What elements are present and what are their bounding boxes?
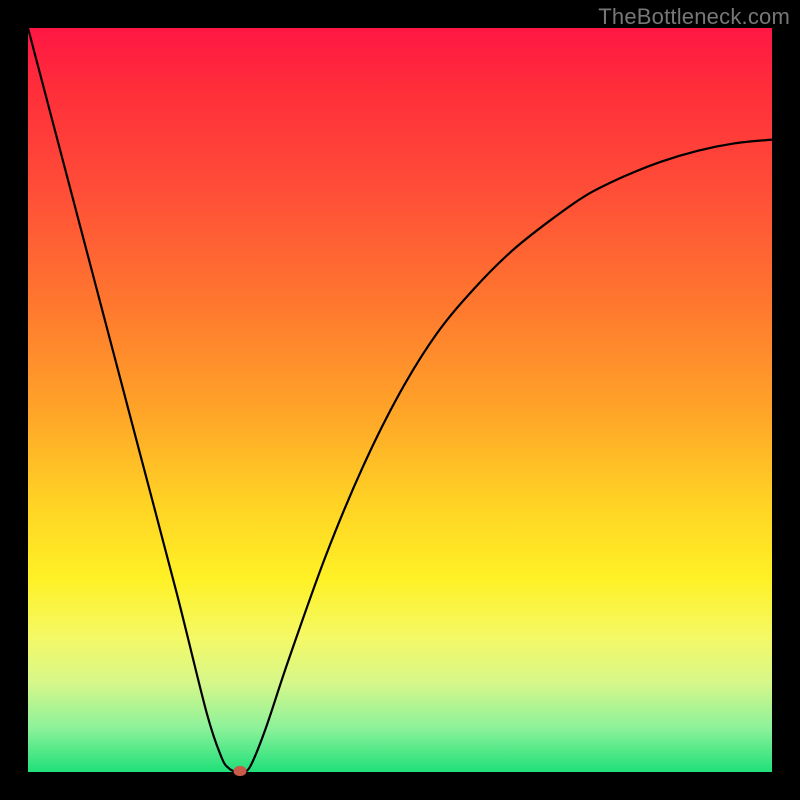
curve-svg: [28, 28, 772, 772]
plot-area: [28, 28, 772, 772]
chart-frame: TheBottleneck.com: [0, 0, 800, 800]
bottleneck-curve: [28, 28, 772, 773]
watermark-text: TheBottleneck.com: [598, 4, 790, 30]
minimum-marker: [234, 766, 247, 776]
